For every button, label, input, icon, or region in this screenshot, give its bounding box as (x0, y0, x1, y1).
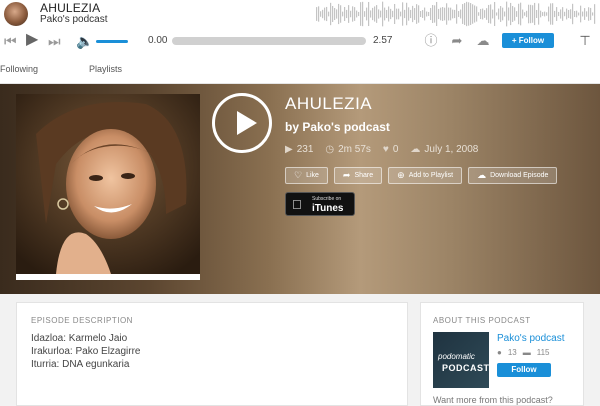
previous-icon[interactable]: ⏮ (4, 33, 17, 49)
episode-author[interactable]: by Pako's podcast (285, 120, 390, 134)
cover-photo (16, 94, 200, 274)
episode-date: July 1, 2008 (424, 144, 479, 155)
add-to-playlist-button[interactable]: ⊕ Add to Playlist (388, 167, 463, 184)
volume-icon[interactable]: 🔈 (76, 33, 93, 49)
volume-slider[interactable] (96, 40, 128, 43)
podcast-follow-button[interactable]: Follow (497, 363, 551, 377)
followers-count: 13 (507, 348, 517, 357)
length-stat: ◷ 2m 57s (325, 144, 371, 155)
podcast-logo[interactable]: podomatic PODCAST (433, 332, 489, 388)
tab-following[interactable]: Following (0, 64, 38, 74)
user-icon: ● (497, 348, 502, 357)
podcast-logo-text: PODCAST (442, 363, 490, 373)
description-line: Idazloa: Karmelo Jaio (31, 333, 128, 344)
episodes-icon: ▬ (522, 348, 531, 357)
episode-actions: ♡ Like ➦ Share ⊕ Add to Playlist ☁ Download … (285, 167, 558, 184)
plays-stat: ▶ 231 (285, 144, 313, 155)
episode-length: 2m 57s (338, 144, 371, 155)
like-label: Like (306, 172, 319, 179)
download-icon[interactable]: ☁ (474, 32, 492, 50)
itunes-subscribe-text: Subscribe on (312, 196, 342, 202)
like-button[interactable]: ♡ Like (285, 167, 328, 184)
about-podcast-card: ABOUT THIS PODCAST podomatic PODCAST Pak… (420, 302, 584, 406)
episode-hero: AHULEZIA by Pako's podcast ▶ 231 ◷ 2m 57s … (0, 84, 600, 294)
podcast-stats: ● 13 ▬ 115 (497, 348, 550, 357)
description-line: Irakurloa: Pako Elzagirre (31, 346, 141, 357)
duration: 2.57 (373, 35, 393, 46)
share-button[interactable]: ➦ Share (333, 167, 383, 184)
next-icon[interactable]: ⏭ (48, 33, 61, 49)
mini-thumbnail[interactable] (4, 2, 28, 26)
waveform[interactable] (316, 1, 600, 27)
episode-cover[interactable] (16, 94, 200, 280)
description-heading: EPISODE DESCRIPTION (31, 316, 133, 325)
cloud-icon: ☁ (410, 144, 421, 155)
info-icon[interactable]: ⓘ (422, 32, 440, 50)
about-heading: ABOUT THIS PODCAST (433, 316, 531, 325)
download-label: Download Episode (490, 172, 549, 179)
heart-icon: ♥ (382, 144, 389, 155)
likes-count: 0 (392, 144, 399, 155)
player-controls: ⏮ ▶ ⏭ 🔈 0.00 2.57 ⓘ ➦ ☁ + Follow ⊤ (0, 28, 600, 54)
want-more-text[interactable]: Want more from this podcast? (433, 395, 553, 405)
download-episode-button[interactable]: ☁ Download Episode (468, 167, 558, 184)
heart-outline-icon: ♡ (294, 170, 303, 180)
description-line: Iturria: DNA egunkaria (31, 359, 130, 370)
clock-icon: ◷ (325, 144, 335, 155)
follow-button[interactable]: + Follow (502, 33, 554, 48)
tab-row: Following Playlists (0, 54, 600, 84)
mini-player-subtitle[interactable]: Pako's podcast (40, 14, 108, 25)
likes-stat: ♥ 0 (383, 144, 399, 155)
download-cloud-icon: ☁ (477, 170, 487, 180)
date-stat: ☁ July 1, 2008 (410, 144, 478, 155)
share-icon[interactable]: ➦ (448, 32, 466, 50)
plays-count: 231 (296, 144, 314, 155)
itunes-badge[interactable]:  Subscribe on iTunes (285, 192, 355, 216)
apple-icon:  (292, 197, 302, 212)
mini-player-header: AHULEZIA Pako's podcast (0, 0, 600, 28)
play-count-icon: ▶ (285, 144, 293, 155)
episode-description-card: EPISODE DESCRIPTION Idazloa: Karmelo Jai… (16, 302, 408, 406)
itunes-text: iTunes (312, 203, 344, 214)
episode-stats: ▶ 231 ◷ 2m 57s ♥ 0 ☁ July 1, 2008 (285, 144, 478, 155)
episodes-count: 115 (536, 348, 550, 357)
play-icon[interactable]: ▶ (26, 32, 38, 48)
current-time: 0.00 (148, 35, 168, 46)
mini-player-title[interactable]: AHULEZIA (40, 1, 100, 15)
play-icon (237, 111, 257, 135)
progress-bar[interactable] (172, 37, 366, 45)
podcast-name-link[interactable]: Pako's podcast (497, 333, 565, 344)
hero-play-button[interactable] (212, 93, 272, 153)
tab-playlists[interactable]: Playlists (89, 64, 122, 74)
add-playlist-label: Add to Playlist (408, 172, 454, 179)
episode-title: AHULEZIA (285, 94, 373, 113)
share-label: Share (354, 172, 374, 179)
share-icon: ➦ (342, 170, 351, 180)
collapse-icon[interactable]: ⊤ (576, 32, 594, 50)
podomatic-logo-text: podomatic (438, 352, 475, 361)
plus-circle-icon: ⊕ (397, 170, 405, 180)
